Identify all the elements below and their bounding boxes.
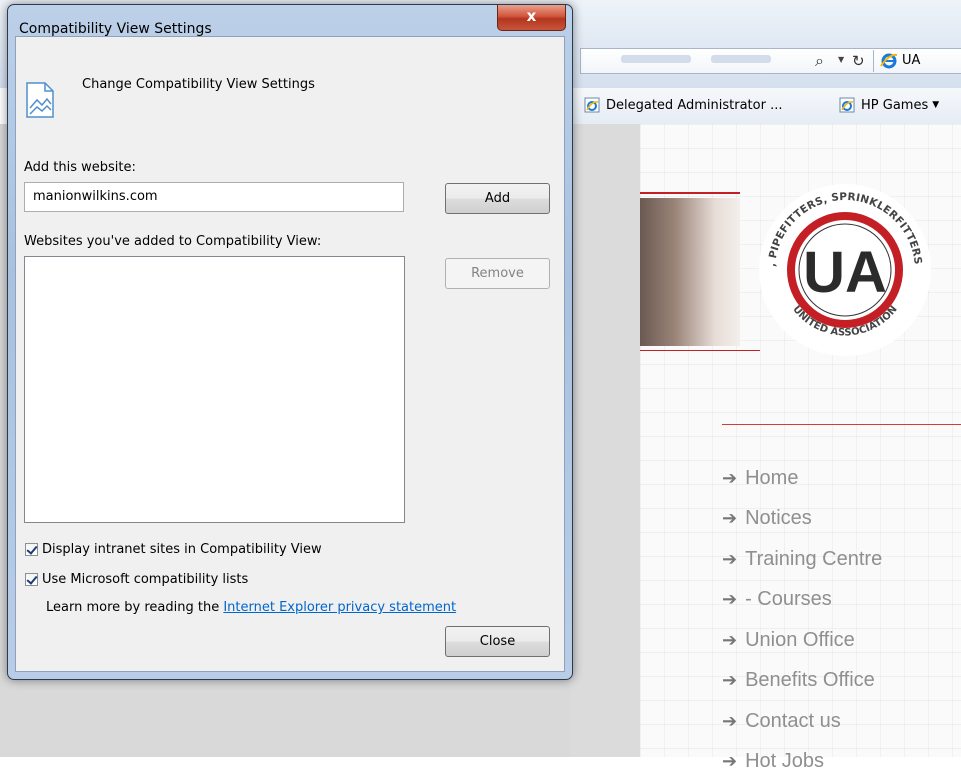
nav-benefits-office[interactable]: ➔Benefits Office — [722, 661, 882, 702]
nav-home[interactable]: ➔Home — [722, 458, 882, 499]
arrow-right-icon: ➔ — [722, 630, 737, 651]
dialog-title: Compatibility View Settings — [19, 21, 212, 37]
arrow-right-icon: ➔ — [722, 589, 737, 610]
nav-hot-jobs[interactable]: ➔Hot Jobs — [722, 742, 882, 782]
arrow-right-icon: ➔ — [722, 508, 737, 529]
browser-tab-title[interactable]: UA — [902, 52, 920, 70]
toolbar-divider — [873, 50, 874, 72]
favorite-hp-games[interactable]: HP Games ▼ — [839, 97, 939, 113]
website-input[interactable]: manionwilkins.com — [24, 182, 404, 212]
arrow-right-icon: ➔ — [722, 670, 737, 691]
chevron-down-icon[interactable]: ▼ — [932, 100, 939, 110]
favorite-label: Delegated Administrator ... — [606, 98, 782, 113]
page-margin — [570, 124, 640, 757]
dialog-body: Change Compatibility View Settings Add t… — [15, 36, 565, 672]
nav-training-centre[interactable]: ➔Training Centre — [722, 539, 882, 580]
chevron-down-icon[interactable]: ▼ — [838, 55, 844, 64]
ie-page-icon — [584, 97, 600, 113]
add-button[interactable]: Add — [445, 183, 550, 214]
arrow-right-icon: ➔ — [722, 549, 737, 570]
search-icon[interactable]: ⌕ — [815, 51, 837, 71]
learn-more-text: Learn more by reading the Internet Explo… — [46, 600, 456, 615]
close-button[interactable]: Close — [445, 626, 550, 657]
checkbox-label: Display intranet sites in Compatibility … — [42, 542, 322, 557]
ms-lists-checkbox[interactable] — [25, 573, 38, 586]
checkbox-label: Use Microsoft compatibility lists — [42, 572, 248, 587]
nav-contact-us[interactable]: ➔Contact us — [722, 701, 882, 742]
refresh-icon[interactable]: ↻ — [852, 51, 870, 71]
favorite-label: HP Games — [861, 98, 928, 113]
arrow-right-icon: ➔ — [722, 711, 737, 732]
added-websites-label: Websites you've added to Compatibility V… — [24, 234, 321, 249]
arrow-right-icon: ➔ — [722, 468, 737, 489]
remove-button[interactable]: Remove — [445, 258, 550, 289]
divider — [640, 350, 760, 351]
dialog-heading: Change Compatibility View Settings — [82, 77, 315, 92]
ms-lists-checkbox-row[interactable]: Use Microsoft compatibility lists — [25, 572, 248, 587]
document-icon — [25, 81, 55, 119]
svg-text:UA: UA — [803, 240, 887, 305]
nav-union-office[interactable]: ➔Union Office — [722, 620, 882, 661]
added-websites-list[interactable] — [24, 256, 405, 523]
favorite-delegated-administrator[interactable]: Delegated Administrator ... — [584, 97, 782, 113]
add-website-label: Add this website: — [24, 160, 136, 175]
header-photo — [640, 198, 740, 346]
intranet-checkbox[interactable] — [25, 543, 38, 556]
favorites-bar: Delegated Administrator ... HP Games ▼ — [570, 88, 961, 125]
ua-logo[interactable]: UNION PLUMBERS, PIPEFITTERS, SPRINKLERFI… — [745, 170, 945, 370]
divider — [722, 424, 961, 425]
ie-logo-icon — [880, 52, 898, 70]
ie-page-icon — [839, 97, 855, 113]
close-icon[interactable]: x — [497, 5, 566, 31]
privacy-statement-link[interactable]: Internet Explorer privacy statement — [223, 600, 456, 615]
compatibility-view-dialog: Compatibility View Settings x Change Com… — [7, 4, 573, 680]
nav-courses[interactable]: ➔- Courses — [722, 580, 882, 621]
intranet-checkbox-row[interactable]: Display intranet sites in Compatibility … — [25, 542, 322, 557]
nav-notices[interactable]: ➔Notices — [722, 499, 882, 540]
divider — [640, 192, 740, 194]
site-nav: ➔Home ➔Notices ➔Training Centre ➔- Cours… — [722, 458, 882, 782]
arrow-right-icon: ➔ — [722, 751, 737, 772]
